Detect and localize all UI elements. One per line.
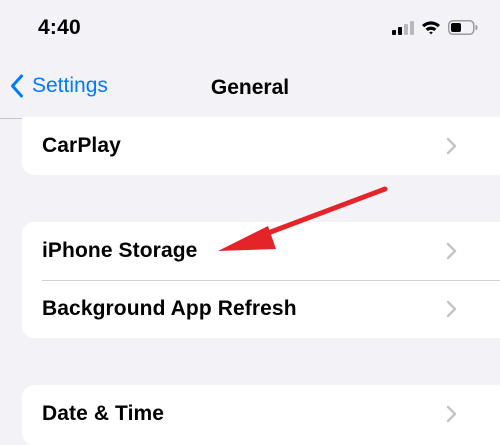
battery-icon — [448, 20, 478, 35]
row-label: Date & Time — [42, 402, 165, 425]
chevron-right-icon — [446, 300, 457, 318]
row-carplay[interactable]: CarPlay — [22, 117, 500, 175]
status-time: 4:40 — [38, 16, 81, 39]
settings-group-carplay: CarPlay — [22, 117, 500, 175]
chevron-right-icon — [446, 242, 457, 260]
chevron-right-icon — [446, 405, 457, 423]
wifi-icon — [422, 21, 440, 35]
settings-group-storage: iPhone Storage Background App Refresh — [22, 222, 500, 338]
navigation-bar: Settings General — [0, 60, 500, 119]
status-bar: 4:40 — [0, 0, 500, 60]
chevron-right-icon — [446, 137, 457, 155]
cellular-signal-icon — [392, 20, 414, 35]
row-iphone-storage[interactable]: iPhone Storage — [22, 222, 500, 280]
row-date-time[interactable]: Date & Time — [22, 385, 500, 443]
row-label: iPhone Storage — [42, 239, 198, 262]
page-title: General — [210, 76, 290, 99]
row-label: CarPlay — [42, 134, 121, 157]
settings-group-datetime: Date & Time — [22, 385, 500, 445]
status-icons — [392, 20, 478, 35]
row-label: Background App Refresh — [42, 297, 297, 320]
row-background-app-refresh[interactable]: Background App Refresh — [22, 280, 500, 338]
